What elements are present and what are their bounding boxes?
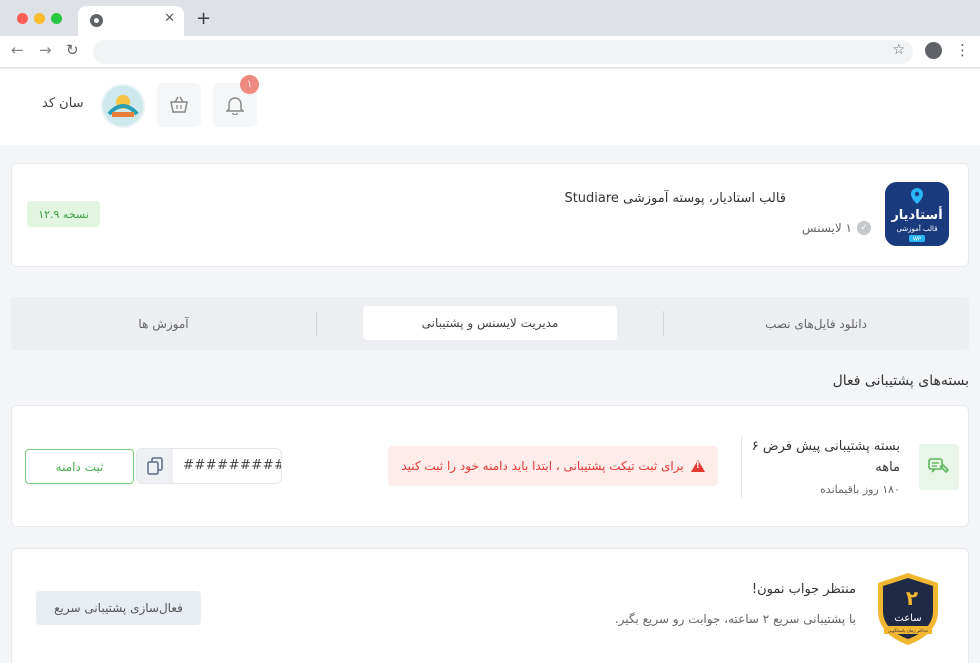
product-title: قالب استادیار، پوسته آموزشی Studiare: [564, 191, 786, 206]
svg-text:WP: WP: [913, 237, 921, 243]
browser-menu-icon[interactable]: ⋮: [955, 41, 970, 59]
warning-icon: [690, 460, 705, 472]
reload-button[interactable]: ↻: [66, 41, 79, 59]
two-hour-badge: ۲ ساعت حداکثر زمان پاسخگویی: [874, 571, 942, 647]
cart-button[interactable]: [157, 83, 201, 127]
back-button[interactable]: ←: [11, 41, 24, 59]
avatar-logo-icon: [103, 86, 143, 126]
bookmark-star-icon[interactable]: ☆: [892, 42, 905, 58]
svg-text:ساعت: ساعت: [894, 613, 921, 624]
shield-badge-icon: ۲ ساعت حداکثر زمان پاسخگویی: [878, 573, 938, 645]
user-name[interactable]: سان کد: [42, 96, 84, 111]
ostadyar-logo-icon: أستادیار قالب آموزشی WP: [885, 182, 949, 246]
forward-button[interactable]: →: [39, 41, 52, 59]
svg-text:أستادیار: أستادیار: [890, 206, 942, 223]
address-bar[interactable]: ☆: [93, 40, 913, 64]
register-domain-button[interactable]: ثبت دامنه: [25, 449, 134, 484]
minimize-window-button[interactable]: [34, 13, 45, 24]
support-package-title: بسته پشتیبانی پیش فرض ۶ ماهه: [751, 439, 900, 475]
support-package-icon: [919, 444, 959, 490]
copy-icon: [147, 457, 163, 475]
bell-icon: [226, 97, 244, 115]
browser-toolbar: ← → ↻ ☆ ⋮: [0, 36, 980, 68]
cart-icon: [170, 96, 188, 113]
domain-warning-text: برای ثبت تیکت پشتیبانی ، ابتدا باید دامن…: [401, 459, 684, 473]
product-card: نسخه ۱۲.۹ قالب استادیار، پوسته آموزشی St…: [11, 163, 969, 267]
tab-download-files[interactable]: دانلود فایل‌های نصب: [663, 297, 969, 350]
product-tabs: دانلود فایل‌های نصب مدیریت لایسنس و پشتی…: [11, 297, 969, 350]
tab-divider: [316, 311, 317, 336]
tab-divider: [663, 311, 664, 336]
product-logo: أستادیار قالب آموزشی WP: [885, 182, 949, 246]
license-count-text: ۱ لایسنس: [801, 221, 852, 235]
browser-tab[interactable]: ✕: [78, 6, 184, 36]
fast-support-description: با پشتیبانی سریع ۲ ساعته، جوابت رو سریع …: [614, 612, 856, 626]
svg-text:۲: ۲: [906, 586, 918, 610]
svg-text:حداکثر زمان پاسخگویی: حداکثر زمان پاسخگویی: [888, 628, 929, 633]
chrome-icon: [90, 14, 103, 27]
maximize-window-button[interactable]: [51, 13, 62, 24]
fast-support-card: ۲ ساعت حداکثر زمان پاسخگویی منتظر جواب ن…: [11, 548, 969, 663]
check-icon: ✓: [857, 221, 871, 235]
svg-text:قالب آموزشی: قالب آموزشی: [896, 224, 937, 233]
site-header: سان کد ۱: [0, 69, 980, 145]
browser-tab-bar: ✕ +: [0, 0, 980, 36]
tab-tutorials[interactable]: آموزش ها: [11, 297, 316, 350]
fast-support-title: منتظر جواب نمون!: [751, 582, 856, 597]
close-tab-icon[interactable]: ✕: [164, 11, 175, 26]
avatar[interactable]: [101, 84, 145, 128]
support-chat-icon: [928, 458, 950, 474]
profile-icon[interactable]: [925, 42, 942, 59]
version-badge: نسخه ۱۲.۹: [27, 201, 100, 227]
close-window-button[interactable]: [17, 13, 28, 24]
domain-field-group: ###########: [136, 448, 282, 484]
activate-fast-support-button[interactable]: فعال‌سازی پشتیبانی سریع: [36, 591, 201, 625]
support-package-remaining: ۱۸۰ روز باقیمانده: [820, 483, 900, 496]
domain-value[interactable]: ###########: [183, 458, 281, 473]
package-divider: [741, 436, 742, 498]
notification-count-badge: ۱: [240, 75, 259, 94]
copy-button[interactable]: [137, 449, 173, 483]
license-count: ✓ ۱ لایسنس: [802, 221, 871, 235]
window-controls: [17, 13, 62, 24]
section-title: بسته‌های پشتیبانی فعال: [832, 373, 969, 389]
support-package-card: بسته پشتیبانی پیش فرض ۶ ماهه ۱۸۰ روز باق…: [11, 405, 969, 527]
tab-license-management[interactable]: مدیریت لایسنس و پشتیبانی: [363, 306, 617, 340]
new-tab-button[interactable]: +: [196, 8, 211, 29]
domain-warning-alert: برای ثبت تیکت پشتیبانی ، ابتدا باید دامن…: [388, 446, 718, 486]
